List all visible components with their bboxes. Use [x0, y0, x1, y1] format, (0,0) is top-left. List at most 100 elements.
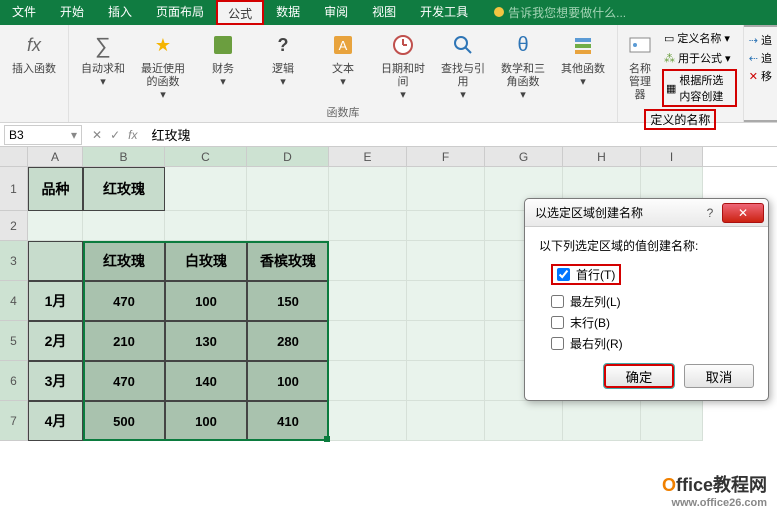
cell-A7[interactable]: 4月 [28, 401, 83, 441]
cell-B1[interactable]: 红玫瑰 [83, 167, 165, 211]
clock-icon [387, 29, 419, 61]
text-icon: A [327, 29, 359, 61]
cell-B4[interactable]: 470 [83, 281, 165, 321]
right-col-checkbox[interactable]: 最右列(R) [551, 335, 754, 352]
tab-review[interactable]: 审阅 [312, 0, 360, 25]
x-icon: ✕ [749, 70, 758, 83]
row-4[interactable]: 4 [0, 281, 28, 321]
math-button[interactable]: θ数学和三角函数▾ [497, 29, 549, 102]
trace-dependents[interactable]: ⇠追 [748, 49, 773, 67]
select-all-corner[interactable] [0, 147, 28, 166]
tell-me[interactable]: 告诉我您想要做什么... [480, 4, 626, 21]
remove-arrows[interactable]: ✕移 [748, 67, 773, 85]
svg-text:A: A [339, 38, 348, 53]
dialog-title: 以选定区域创建名称 [535, 204, 643, 221]
cell-A6[interactable]: 3月 [28, 361, 83, 401]
insert-function-button[interactable]: fx 插入函数 [8, 29, 60, 76]
enter-icon[interactable]: ✓ [110, 128, 120, 142]
lookup-button[interactable]: 查找与引用▾ [437, 29, 489, 102]
top-row-checkbox[interactable]: 首行(T) [551, 264, 621, 285]
col-B[interactable]: B [83, 147, 165, 166]
tab-view[interactable]: 视图 [360, 0, 408, 25]
tab-file[interactable]: 文件 [0, 0, 48, 25]
tab-insert[interactable]: 插入 [96, 0, 144, 25]
bulb-icon [494, 7, 504, 17]
cell-D6[interactable]: 100 [247, 361, 329, 401]
help-button[interactable]: ? [698, 206, 722, 220]
tab-layout[interactable]: 页面布局 [144, 0, 216, 25]
row-7[interactable]: 7 [0, 401, 28, 441]
cell-B6[interactable]: 470 [83, 361, 165, 401]
ok-button[interactable]: 确定 [604, 364, 674, 388]
tab-dev[interactable]: 开发工具 [408, 0, 480, 25]
formula-icon: ⁂ [664, 52, 675, 65]
grid-icon: ▦ [666, 82, 676, 95]
cell-A5[interactable]: 2月 [28, 321, 83, 361]
left-col-checkbox[interactable]: 最左列(L) [551, 293, 754, 310]
cancel-button[interactable]: 取消 [684, 364, 754, 388]
trace-precedents[interactable]: ⇢追 [748, 31, 773, 49]
define-name-button[interactable]: ▭定义名称 ▾ [662, 29, 737, 47]
arrow-icon: ⇢ [749, 34, 758, 47]
cell-C7[interactable]: 100 [165, 401, 247, 441]
defined-names-label: 定义的名称 [644, 109, 716, 130]
col-G[interactable]: G [485, 147, 563, 166]
ribbon-tabs: 文件 开始 插入 页面布局 公式 数据 审阅 视图 开发工具 告诉我您想要做什么… [0, 0, 777, 25]
cell-D4[interactable]: 150 [247, 281, 329, 321]
autosum-button[interactable]: ∑自动求和▾ [77, 29, 129, 89]
cell-B5[interactable]: 210 [83, 321, 165, 361]
close-button[interactable]: ✕ [722, 203, 764, 223]
watermark: Office教程网 www.office26.com [662, 471, 767, 509]
cell-A4[interactable]: 1月 [28, 281, 83, 321]
cell-D5[interactable]: 280 [247, 321, 329, 361]
search-icon [447, 29, 479, 61]
cell-D7[interactable]: 410 [247, 401, 329, 441]
col-I[interactable]: I [641, 147, 703, 166]
cell-C3[interactable]: 白玫瑰 [165, 241, 247, 281]
cancel-icon[interactable]: ✕ [92, 128, 102, 142]
star-icon: ★ [147, 29, 179, 61]
cell-C5[interactable]: 130 [165, 321, 247, 361]
name-box[interactable]: B3▾ [4, 125, 82, 145]
logical-button[interactable]: ?逻辑▾ [257, 29, 309, 89]
financial-button[interactable]: 财务▾ [197, 29, 249, 89]
row-2[interactable]: 2 [0, 211, 28, 241]
col-H[interactable]: H [563, 147, 641, 166]
other-fn-button[interactable]: 其他函数▾ [557, 29, 609, 89]
row-1[interactable]: 1 [0, 167, 28, 211]
cell-C6[interactable]: 140 [165, 361, 247, 401]
cell-A1[interactable]: 品种 [28, 167, 83, 211]
theta-icon: θ [507, 29, 539, 61]
col-E[interactable]: E [329, 147, 407, 166]
tag-icon [624, 29, 656, 61]
row-3[interactable]: 3 [0, 241, 28, 281]
cell-B3[interactable]: 红玫瑰 [83, 241, 165, 281]
col-A[interactable]: A [28, 147, 83, 166]
fx-icon: fx [18, 29, 50, 61]
cell-A3[interactable] [28, 241, 83, 281]
tab-formula[interactable]: 公式 [216, 0, 264, 25]
cell-D3[interactable]: 香槟玫瑰 [247, 241, 329, 281]
cell-B7[interactable]: 500 [83, 401, 165, 441]
recent-button[interactable]: ★最近使用的函数▾ [137, 29, 189, 102]
col-F[interactable]: F [407, 147, 485, 166]
col-C[interactable]: C [165, 147, 247, 166]
cell-C4[interactable]: 100 [165, 281, 247, 321]
col-D[interactable]: D [247, 147, 329, 166]
text-button[interactable]: A文本▾ [317, 29, 369, 89]
fn-library-label: 函数库 [327, 104, 360, 122]
arrow-icon: ⇠ [749, 52, 758, 65]
row-6[interactable]: 6 [0, 361, 28, 401]
fx-icon[interactable]: fx [128, 128, 137, 142]
logic-icon: ? [267, 29, 299, 61]
bottom-row-checkbox[interactable]: 末行(B) [551, 314, 754, 331]
tab-home[interactable]: 开始 [48, 0, 96, 25]
datetime-button[interactable]: 日期和时间▾ [377, 29, 429, 102]
use-in-formula-button[interactable]: ⁂用于公式 ▾ [662, 49, 737, 67]
create-from-selection-button[interactable]: ▦根据所选内容创建 [662, 69, 737, 107]
formula-input[interactable] [145, 127, 327, 142]
name-manager-button[interactable]: 名称管理器 [624, 29, 656, 102]
tab-data[interactable]: 数据 [264, 0, 312, 25]
row-5[interactable]: 5 [0, 321, 28, 361]
dialog-titlebar[interactable]: 以选定区域创建名称 ? ✕ [525, 199, 768, 227]
